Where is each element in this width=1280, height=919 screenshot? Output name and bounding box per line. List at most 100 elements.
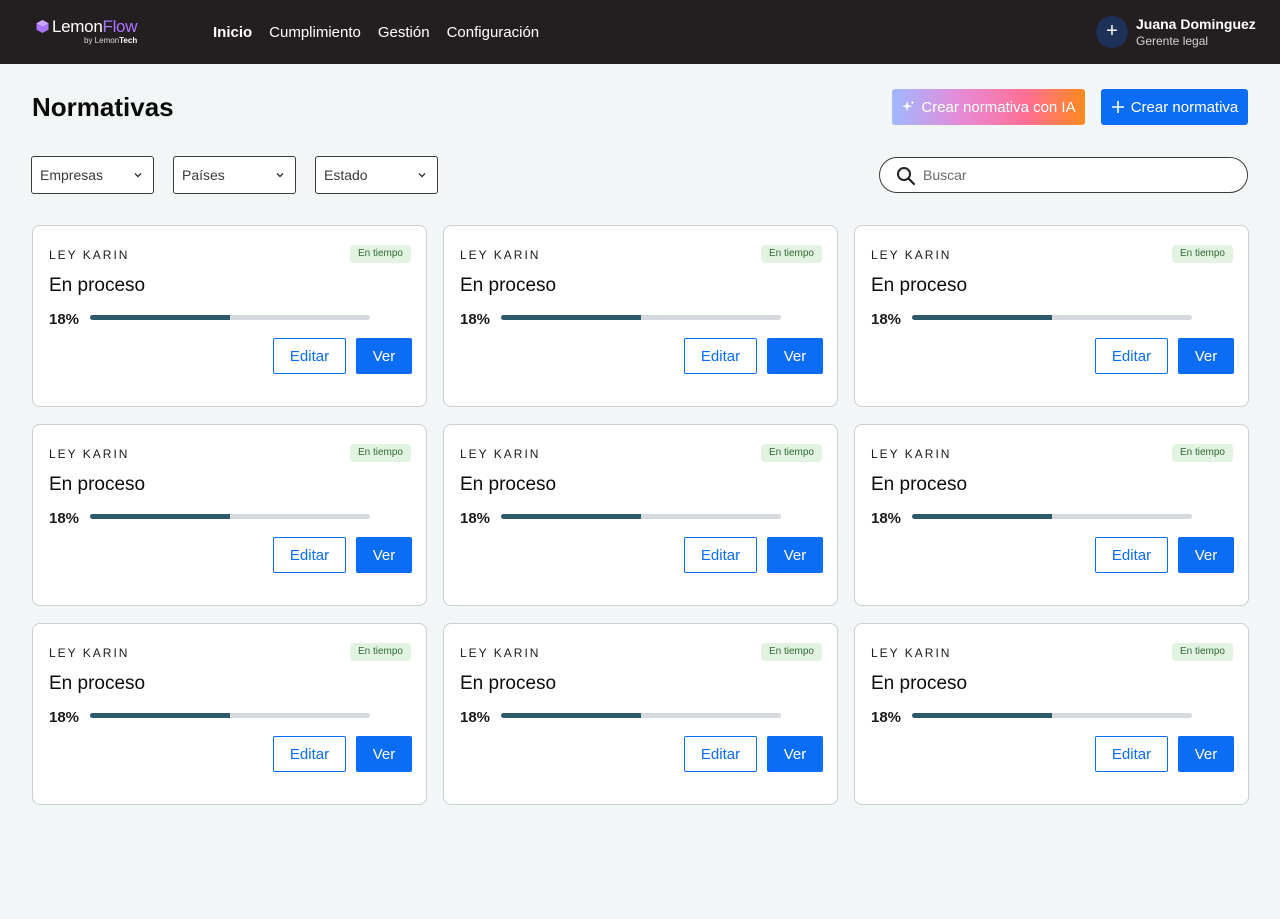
edit-button[interactable]: Editar <box>273 736 346 772</box>
normativa-card: LEY KARIN En tiempo En proceso 18% Edita… <box>443 623 838 805</box>
normativas-grid: LEY KARIN En tiempo En proceso 18% Edita… <box>32 225 1249 805</box>
view-button[interactable]: Ver <box>356 736 412 772</box>
view-button[interactable]: Ver <box>1178 736 1234 772</box>
edit-button[interactable]: Editar <box>1095 537 1168 573</box>
progress-bar-fill <box>912 315 1052 320</box>
search-input[interactable] <box>923 164 1223 186</box>
status-badge: En tiempo <box>760 245 822 263</box>
progress-bar-fill <box>912 713 1052 718</box>
top-navbar: LemonFlow by LemonTech Inicio Cumplimien… <box>0 0 1280 64</box>
edit-button[interactable]: Editar <box>1095 736 1168 772</box>
progress-bar-fill <box>912 514 1052 519</box>
progress-bar <box>912 315 1192 320</box>
status-filter-value: Estado <box>324 167 368 183</box>
progress-percent: 18% <box>871 311 902 328</box>
create-normativa-label: Crear normativa <box>1130 98 1239 116</box>
normativa-card: LEY KARIN En tiempo En proceso 18% Edita… <box>32 225 427 407</box>
plus-icon <box>1111 100 1125 114</box>
card-law-name: LEY KARIN <box>871 248 952 262</box>
view-button[interactable]: Ver <box>1178 537 1234 573</box>
sparkle-icon <box>901 100 915 114</box>
edit-button[interactable]: Editar <box>684 338 757 374</box>
card-status-title: En proceso <box>460 474 557 495</box>
page-title: Normativas <box>32 92 174 122</box>
progress-bar <box>90 514 370 519</box>
countries-filter-value: Países <box>182 167 225 183</box>
card-law-name: LEY KARIN <box>871 646 952 660</box>
card-status-title: En proceso <box>460 673 557 694</box>
companies-filter[interactable]: Empresas <box>31 156 154 194</box>
progress-percent: 18% <box>871 709 902 726</box>
logo-byline-part2: Tech <box>119 36 138 45</box>
chevron-down-icon <box>276 173 284 178</box>
edit-button[interactable]: Editar <box>273 537 346 573</box>
card-law-name: LEY KARIN <box>460 248 541 262</box>
status-badge: En tiempo <box>349 444 411 462</box>
card-law-name: LEY KARIN <box>460 447 541 461</box>
card-law-name: LEY KARIN <box>49 447 130 461</box>
logo-wordmark-part1: Lemon <box>52 17 103 36</box>
view-button[interactable]: Ver <box>767 338 823 374</box>
normativa-card: LEY KARIN En tiempo En proceso 18% Edita… <box>854 424 1249 606</box>
progress-percent: 18% <box>49 311 80 328</box>
nav-item-inicio[interactable]: Inicio <box>213 24 252 41</box>
nav-item-configuracion[interactable]: Configuración <box>447 24 540 41</box>
card-law-name: LEY KARIN <box>460 646 541 660</box>
user-menu[interactable]: + Juana Dominguez Gerente legal <box>1096 16 1266 50</box>
card-status-title: En proceso <box>460 275 557 296</box>
status-badge: En tiempo <box>1171 245 1233 263</box>
card-law-name: LEY KARIN <box>49 646 130 660</box>
view-button[interactable]: Ver <box>1178 338 1234 374</box>
progress-bar-fill <box>90 315 230 320</box>
progress-bar-fill <box>501 713 641 718</box>
view-button[interactable]: Ver <box>767 736 823 772</box>
companies-filter-value: Empresas <box>40 167 104 183</box>
view-button[interactable]: Ver <box>356 338 412 374</box>
progress-bar-fill <box>501 514 641 519</box>
progress-bar <box>912 514 1192 519</box>
lemonflow-logo[interactable]: LemonFlow by LemonTech <box>36 17 156 49</box>
progress-bar <box>90 315 370 320</box>
edit-button[interactable]: Editar <box>1095 338 1168 374</box>
chevron-down-icon <box>134 173 142 178</box>
create-normativa-button[interactable]: Crear normativa <box>1101 89 1248 125</box>
countries-filter[interactable]: Países <box>173 156 296 194</box>
normativa-card: LEY KARIN En tiempo En proceso 18% Edita… <box>854 623 1249 805</box>
logo-byline-prefix: by <box>84 36 95 45</box>
view-button[interactable]: Ver <box>767 537 823 573</box>
progress-percent: 18% <box>460 709 491 726</box>
progress-percent: 18% <box>871 510 902 527</box>
card-law-name: LEY KARIN <box>871 447 952 461</box>
status-badge: En tiempo <box>760 643 822 661</box>
card-status-title: En proceso <box>49 673 146 694</box>
status-badge: En tiempo <box>760 444 822 462</box>
progress-percent: 18% <box>460 311 491 328</box>
edit-button[interactable]: Editar <box>684 736 757 772</box>
progress-bar-fill <box>90 713 230 718</box>
create-with-ai-label: Crear normativa con IA <box>921 98 1076 116</box>
nav-item-cumplimiento[interactable]: Cumplimiento <box>269 24 361 41</box>
user-name: Juana Dominguez <box>1136 16 1256 32</box>
search-box[interactable] <box>879 157 1248 193</box>
status-badge: En tiempo <box>1171 643 1233 661</box>
view-button[interactable]: Ver <box>356 537 412 573</box>
progress-bar <box>501 713 781 718</box>
logo-byline: by LemonTech <box>84 36 137 46</box>
status-filter[interactable]: Estado <box>315 156 438 194</box>
edit-button[interactable]: Editar <box>273 338 346 374</box>
edit-button[interactable]: Editar <box>684 537 757 573</box>
logo-byline-part1: Lemon <box>94 36 120 45</box>
avatar[interactable]: + <box>1096 16 1128 48</box>
create-with-ai-button[interactable]: Crear normativa con IA <box>892 89 1085 125</box>
nav-item-gestion[interactable]: Gestión <box>378 24 430 41</box>
status-badge: En tiempo <box>1171 444 1233 462</box>
status-badge: En tiempo <box>349 643 411 661</box>
progress-bar <box>501 514 781 519</box>
progress-bar-fill <box>90 514 230 519</box>
normativa-card: LEY KARIN En tiempo En proceso 18% Edita… <box>32 424 427 606</box>
hexagon-logo-icon <box>36 20 49 33</box>
card-status-title: En proceso <box>49 275 146 296</box>
normativa-card: LEY KARIN En tiempo En proceso 18% Edita… <box>854 225 1249 407</box>
progress-bar <box>90 713 370 718</box>
card-status-title: En proceso <box>871 474 968 495</box>
